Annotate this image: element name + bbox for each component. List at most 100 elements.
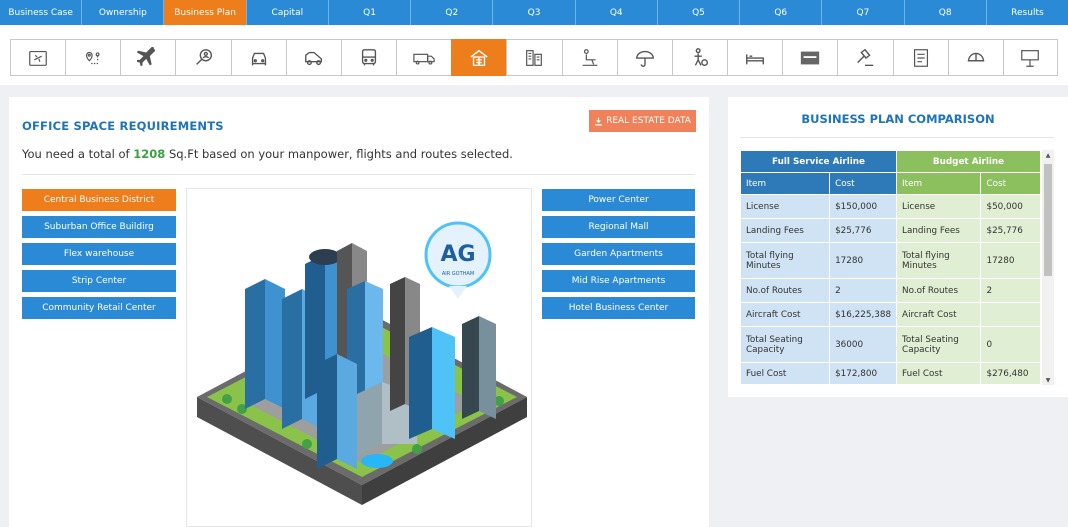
building-icon[interactable] [451, 39, 507, 76]
full-cost: $16,225,388 [829, 302, 898, 327]
budget-item: Total Seating Capacity [896, 326, 982, 363]
full-cost: 17280 [829, 242, 898, 279]
signboard-icon[interactable] [1002, 39, 1058, 76]
option-hotel-business-center[interactable]: Hotel Business Center [542, 297, 695, 319]
option-mid-rise-apartments[interactable]: Mid Rise Apartments [542, 270, 695, 292]
table-row: No.of Routes 2 No.of Routes 2 [739, 278, 1041, 303]
real-estate-data-button[interactable]: REAL ESTATE DATA [589, 110, 696, 132]
table-row: License $150,000 License $50,000 [739, 194, 1041, 219]
full-item: Aircraft Cost [739, 302, 831, 327]
office-space-panel: OFFICE SPACE REQUIREMENTS REAL ESTATE DA… [9, 97, 709, 527]
logo-text: AIR GOTHAM [442, 271, 474, 277]
full-cost: 36000 [829, 326, 898, 363]
option-strip-center[interactable]: Strip Center [22, 270, 176, 292]
hotel-bed-icon[interactable] [727, 39, 783, 76]
auction-icon[interactable] [837, 39, 893, 76]
space-requirement-text: You need a total of 1208 Sq.Ft based on … [22, 147, 513, 161]
tab-business-plan[interactable]: Business Plan [164, 0, 247, 25]
table-row: Total Seating Capacity 36000 Total Seatin… [739, 326, 1041, 363]
search-person-icon[interactable] [175, 39, 231, 76]
tab-capital[interactable]: Capital [247, 0, 329, 25]
left-options-list: Central Business District Suburban Offic… [22, 189, 176, 319]
budget-header: Budget Airline [896, 150, 1041, 173]
city-illustration: AG AIR GOTHAM [186, 188, 532, 527]
budget-item: License [896, 194, 982, 219]
scrollbar-thumb[interactable] [1044, 164, 1052, 276]
tab-q3[interactable]: Q3 [493, 0, 576, 25]
bus-icon[interactable] [340, 39, 397, 76]
full-item: No.of Routes [739, 278, 831, 303]
budget-cost: 0 [980, 326, 1041, 363]
requirement-suffix: Sq.Ft based on your manpower, flights an… [165, 147, 513, 161]
scroll-up-icon[interactable]: ▲ [1042, 150, 1054, 160]
business-plan-comparison-panel: BUSINESS PLAN COMPARISON Full Service Ai… [728, 97, 1068, 397]
option-regional-mall[interactable]: Regional Mall [542, 216, 695, 238]
option-flex-warehouse[interactable]: Flex warehouse [22, 243, 176, 265]
budget-item: Fuel Cost [896, 362, 982, 385]
catering-icon[interactable] [671, 39, 728, 76]
lounge-icon[interactable] [561, 39, 617, 76]
real-estate-data-label: REAL ESTATE DATA [606, 116, 691, 126]
tab-q5[interactable]: Q5 [658, 0, 741, 25]
tab-q4[interactable]: Q4 [576, 0, 658, 25]
full-item: Total Seating Capacity [739, 326, 831, 363]
vehicle-icon[interactable] [285, 39, 341, 76]
budget-cost-col: Cost [980, 172, 1041, 195]
cap-icon[interactable] [947, 39, 1003, 76]
budget-cost: $50,000 [980, 194, 1041, 219]
route-map-icon[interactable] [65, 39, 121, 76]
tab-q8[interactable]: Q8 [905, 0, 987, 25]
table-scrollbar[interactable]: ▲ ▼ [1042, 150, 1054, 385]
taxi-icon[interactable] [230, 39, 286, 76]
budget-cost [980, 302, 1041, 327]
truck-icon[interactable] [396, 39, 452, 76]
weather-icon[interactable] [616, 39, 672, 76]
download-icon [595, 117, 602, 125]
category-icon-bar [0, 25, 1068, 85]
scroll-down-icon[interactable]: ▼ [1042, 375, 1054, 385]
budget-cost: 2 [980, 278, 1041, 303]
full-cost: $25,776 [829, 218, 898, 243]
airplane-icon[interactable] [120, 39, 176, 76]
full-item: Landing Fees [739, 218, 831, 243]
requirement-prefix: You need a total of [22, 147, 134, 161]
budget-item: Landing Fees [896, 218, 982, 243]
full-cost: $172,800 [829, 362, 898, 385]
budget-item-col: Item [896, 172, 982, 195]
table-row: Fuel Cost $172,800 Fuel Cost $276,480 [739, 362, 1041, 385]
checklist-icon[interactable] [892, 39, 948, 76]
option-community-retail-center[interactable]: Community Retail Center [22, 297, 176, 319]
tab-ownership[interactable]: Ownership [82, 0, 165, 25]
option-suburban-office-building[interactable]: Suburban Office Buildirg [22, 216, 176, 238]
option-power-center[interactable]: Power Center [542, 189, 695, 211]
full-item: License [739, 194, 831, 219]
city-illustration-graphic: AG AIR GOTHAM [197, 221, 527, 505]
full-item-col: Item [739, 172, 831, 195]
requirement-value: 1208 [133, 147, 166, 161]
budget-cost: $25,776 [980, 218, 1041, 243]
airport-icon[interactable] [10, 39, 66, 76]
budget-cost: $276,480 [980, 362, 1041, 385]
full-cost-col: Cost [829, 172, 898, 195]
card-icon[interactable] [782, 39, 838, 76]
table-row: Total flying Minutes 17280 Total flying M… [739, 242, 1041, 279]
budget-cost: 17280 [980, 242, 1041, 279]
table-row: Aircraft Cost $16,225,388 Aircraft Cost [739, 302, 1041, 327]
tab-q2[interactable]: Q2 [411, 0, 494, 25]
divider [22, 174, 695, 175]
full-cost: 2 [829, 278, 898, 303]
tab-q1[interactable]: Q1 [329, 0, 412, 25]
budget-item: No.of Routes [896, 278, 982, 303]
full-service-header: Full Service Airline [739, 150, 898, 173]
budget-item: Aircraft Cost [896, 302, 982, 327]
comparison-table: Full Service Airline Budget Airline Item… [739, 150, 1041, 385]
tab-q7[interactable]: Q7 [822, 0, 905, 25]
logo-letters: AG [440, 242, 475, 267]
option-garden-apartments[interactable]: Garden Apartments [542, 243, 695, 265]
tab-q6[interactable]: Q6 [740, 0, 823, 25]
office-space-title: OFFICE SPACE REQUIREMENTS [22, 119, 224, 133]
tab-business-case[interactable]: Business Case [0, 0, 83, 25]
tab-results[interactable]: Results [987, 0, 1068, 25]
office-tower-icon[interactable] [506, 39, 562, 76]
option-central-business-district[interactable]: Central Business District [22, 189, 176, 211]
